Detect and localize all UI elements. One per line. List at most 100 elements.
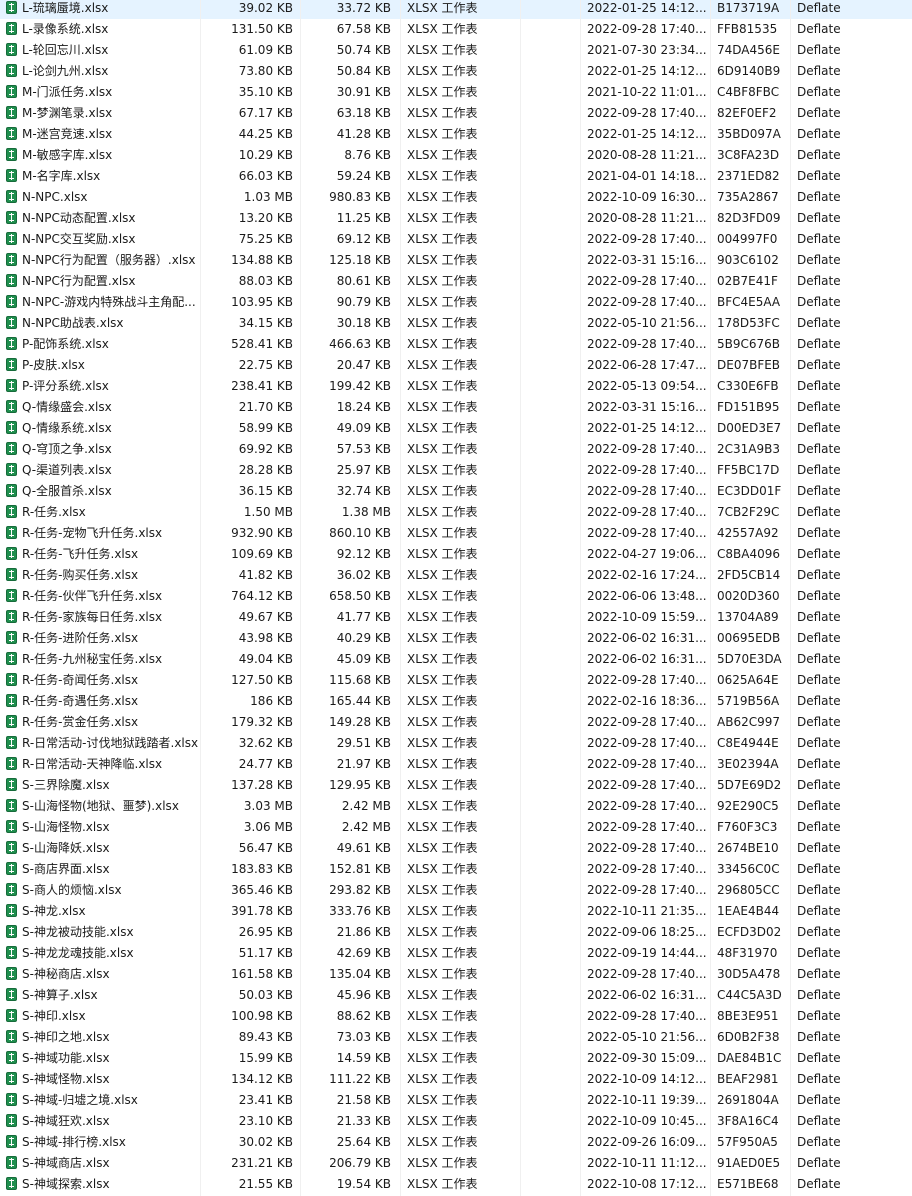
file-row[interactable]: S-商人的烦恼.xlsx 365.46 KB 293.82 KB XLSX 工作表 20… bbox=[0, 880, 912, 901]
modified-date: 2022-09-26 16:09... bbox=[587, 1135, 707, 1149]
packed-size: 45.96 KB bbox=[336, 988, 391, 1002]
file-row[interactable]: S-神域商店.xlsx 231.21 KB 206.79 KB XLSX 工作表 202… bbox=[0, 1153, 912, 1174]
file-row[interactable]: S-商店界面.xlsx 183.83 KB 152.81 KB XLSX 工作表 202… bbox=[0, 859, 912, 880]
compression-method: Deflate bbox=[797, 442, 841, 456]
file-row[interactable]: R-任务-奇闻任务.xlsx 127.50 KB 115.68 KB XLSX 工作表… bbox=[0, 670, 912, 691]
file-type: XLSX 工作表 bbox=[407, 253, 478, 267]
compression-method: Deflate bbox=[797, 1072, 841, 1086]
file-row[interactable]: R-任务-进阶任务.xlsx 43.98 KB 40.29 KB XLSX 工作表 20… bbox=[0, 628, 912, 649]
file-size: 26.95 KB bbox=[238, 925, 293, 939]
file-row[interactable]: L-琉璃蜃境.xlsx 39.02 KB 33.72 KB XLSX 工作表 2022-… bbox=[0, 0, 912, 19]
crc32: 74DA456E bbox=[717, 43, 780, 57]
file-row[interactable]: M-梦渊笔录.xlsx 67.17 KB 63.18 KB XLSX 工作表 2022-… bbox=[0, 103, 912, 124]
file-row[interactable]: R-日常活动-天神降临.xlsx 24.77 KB 21.97 KB XLSX 工作表… bbox=[0, 754, 912, 775]
file-row[interactable]: M-敏感字库.xlsx 10.29 KB 8.76 KB XLSX 工作表 2020-0… bbox=[0, 145, 912, 166]
file-row[interactable]: P-配饰系统.xlsx 528.41 KB 466.63 KB XLSX 工作表 202… bbox=[0, 334, 912, 355]
file-row[interactable]: N-NPC交互奖励.xlsx 75.25 KB 69.12 KB XLSX 工作表 20… bbox=[0, 229, 912, 250]
file-name: N-NPC-游戏内特殊战斗主角配... bbox=[22, 295, 196, 309]
file-row[interactable]: S-山海怪物(地狱、噩梦).xlsx 3.03 MB 2.42 MB XLSX 工作表… bbox=[0, 796, 912, 817]
file-row[interactable]: P-皮肤.xlsx 22.75 KB 20.47 KB XLSX 工作表 2022-06… bbox=[0, 355, 912, 376]
file-row[interactable]: N-NPC行为配置.xlsx 88.03 KB 80.61 KB XLSX 工作表 20… bbox=[0, 271, 912, 292]
file-row[interactable]: R-任务.xlsx 1.50 MB 1.38 MB XLSX 工作表 2022-09-2… bbox=[0, 502, 912, 523]
file-row[interactable]: Q-情缘系统.xlsx 58.99 KB 49.09 KB XLSX 工作表 2022-… bbox=[0, 418, 912, 439]
modified-date: 2022-09-28 17:40... bbox=[587, 274, 707, 288]
file-row[interactable]: Q-情缘盛会.xlsx 21.70 KB 18.24 KB XLSX 工作表 2022-… bbox=[0, 397, 912, 418]
file-row[interactable]: R-任务-伙伴飞升任务.xlsx 764.12 KB 658.50 KB XLSX 工… bbox=[0, 586, 912, 607]
file-row[interactable]: R-任务-宠物飞升任务.xlsx 932.90 KB 860.10 KB XLSX 工… bbox=[0, 523, 912, 544]
modified-date: 2022-09-28 17:40... bbox=[587, 841, 707, 855]
packed-size: 466.63 KB bbox=[329, 337, 391, 351]
file-row[interactable]: L-论剑九州.xlsx 73.80 KB 50.84 KB XLSX 工作表 2022-… bbox=[0, 61, 912, 82]
file-row[interactable]: N-NPC行为配置（服务器）.xlsx 134.88 KB 125.18 KB XLS… bbox=[0, 250, 912, 271]
file-row[interactable]: S-神龙.xlsx 391.78 KB 333.76 KB XLSX 工作表 2022-… bbox=[0, 901, 912, 922]
crc32: F760F3C3 bbox=[717, 820, 778, 834]
crc32: 33456C0C bbox=[717, 862, 780, 876]
file-row[interactable]: R-任务-购买任务.xlsx 41.82 KB 36.02 KB XLSX 工作表 20… bbox=[0, 565, 912, 586]
file-row[interactable]: S-神域-归墟之境.xlsx 23.41 KB 21.58 KB XLSX 工作表 20… bbox=[0, 1090, 912, 1111]
file-name: N-NPC助战表.xlsx bbox=[22, 316, 124, 330]
modified-date: 2022-09-28 17:40... bbox=[587, 22, 707, 36]
file-row[interactable]: M-迷宫竞速.xlsx 44.25 KB 41.28 KB XLSX 工作表 2022-… bbox=[0, 124, 912, 145]
file-name: N-NPC行为配置（服务器）.xlsx bbox=[22, 253, 196, 267]
file-row[interactable]: M-名字库.xlsx 66.03 KB 59.24 KB XLSX 工作表 2021-0… bbox=[0, 166, 912, 187]
file-size: 21.55 KB bbox=[238, 1177, 293, 1191]
file-row[interactable]: R-任务-奇遇任务.xlsx 186 KB 165.44 KB XLSX 工作表 202… bbox=[0, 691, 912, 712]
file-row[interactable]: S-神域怪物.xlsx 134.12 KB 111.22 KB XLSX 工作表 202… bbox=[0, 1069, 912, 1090]
file-row[interactable]: Q-渠道列表.xlsx 28.28 KB 25.97 KB XLSX 工作表 2022-… bbox=[0, 460, 912, 481]
file-row[interactable]: R-任务-飞升任务.xlsx 109.69 KB 92.12 KB XLSX 工作表 2… bbox=[0, 544, 912, 565]
file-row[interactable]: S-神域-排行榜.xlsx 30.02 KB 25.64 KB XLSX 工作表 202… bbox=[0, 1132, 912, 1153]
file-row[interactable]: N-NPC.xlsx 1.03 MB 980.83 KB XLSX 工作表 2022-1… bbox=[0, 187, 912, 208]
file-row[interactable]: S-山海怪物.xlsx 3.06 MB 2.42 MB XLSX 工作表 2022-09… bbox=[0, 817, 912, 838]
crc32: 3F8A16C4 bbox=[717, 1114, 779, 1128]
file-row[interactable]: M-门派任务.xlsx 35.10 KB 30.91 KB XLSX 工作表 2021-… bbox=[0, 82, 912, 103]
crc32: 6D0B2F38 bbox=[717, 1030, 780, 1044]
file-name: S-神秘商店.xlsx bbox=[22, 967, 110, 981]
file-type: XLSX 工作表 bbox=[407, 316, 478, 330]
packed-size: 36.02 KB bbox=[336, 568, 391, 582]
file-row[interactable]: S-山海降妖.xlsx 56.47 KB 49.61 KB XLSX 工作表 2022-… bbox=[0, 838, 912, 859]
file-name: S-山海怪物(地狱、噩梦).xlsx bbox=[22, 799, 179, 813]
packed-size: 1.38 MB bbox=[341, 505, 391, 519]
file-row[interactable]: S-神印.xlsx 100.98 KB 88.62 KB XLSX 工作表 2022-0… bbox=[0, 1006, 912, 1027]
crc32: 57F950A5 bbox=[717, 1135, 778, 1149]
file-row[interactable]: N-NPC助战表.xlsx 34.15 KB 30.18 KB XLSX 工作表 202… bbox=[0, 313, 912, 334]
crc32: 42557A92 bbox=[717, 526, 779, 540]
file-row[interactable]: S-神印之地.xlsx 89.43 KB 73.03 KB XLSX 工作表 2022-… bbox=[0, 1027, 912, 1048]
compression-method: Deflate bbox=[797, 652, 841, 666]
file-row[interactable]: S-神域狂欢.xlsx 23.10 KB 21.33 KB XLSX 工作表 2022-… bbox=[0, 1111, 912, 1132]
file-row[interactable]: L-录像系统.xlsx 131.50 KB 67.58 KB XLSX 工作表 2022… bbox=[0, 19, 912, 40]
file-row[interactable]: S-神龙被动技能.xlsx 26.95 KB 21.86 KB XLSX 工作表 202… bbox=[0, 922, 912, 943]
file-row[interactable]: R-任务-九州秘宝任务.xlsx 49.04 KB 45.09 KB XLSX 工作表… bbox=[0, 649, 912, 670]
compression-method: Deflate bbox=[797, 1030, 841, 1044]
file-row[interactable]: N-NPC-游戏内特殊战斗主角配... 103.95 KB 90.79 KB XLSX… bbox=[0, 292, 912, 313]
file-row[interactable]: N-NPC动态配置.xlsx 13.20 KB 11.25 KB XLSX 工作表 20… bbox=[0, 208, 912, 229]
file-type: XLSX 工作表 bbox=[407, 946, 478, 960]
file-row[interactable]: S-神域探索.xlsx 21.55 KB 19.54 KB XLSX 工作表 2022-… bbox=[0, 1174, 912, 1195]
packed-size: 19.54 KB bbox=[336, 1177, 391, 1191]
file-type: XLSX 工作表 bbox=[407, 715, 478, 729]
packed-size: 29.51 KB bbox=[336, 736, 391, 750]
file-row[interactable]: S-三界除魔.xlsx 137.28 KB 129.95 KB XLSX 工作表 202… bbox=[0, 775, 912, 796]
file-row[interactable]: S-神秘商店.xlsx 161.58 KB 135.04 KB XLSX 工作表 202… bbox=[0, 964, 912, 985]
packed-size: 50.74 KB bbox=[336, 43, 391, 57]
packed-size: 30.91 KB bbox=[336, 85, 391, 99]
file-row[interactable]: S-神算子.xlsx 50.03 KB 45.96 KB XLSX 工作表 2022-0… bbox=[0, 985, 912, 1006]
file-type: XLSX 工作表 bbox=[407, 904, 478, 918]
file-name: S-神域-归墟之境.xlsx bbox=[22, 1093, 138, 1107]
file-row[interactable]: S-神龙龙魂技能.xlsx 51.17 KB 42.69 KB XLSX 工作表 202… bbox=[0, 943, 912, 964]
crc32: 5B9C676B bbox=[717, 337, 781, 351]
file-row[interactable]: S-神域功能.xlsx 15.99 KB 14.59 KB XLSX 工作表 2022-… bbox=[0, 1048, 912, 1069]
file-row[interactable]: P-评分系统.xlsx 238.41 KB 199.42 KB XLSX 工作表 202… bbox=[0, 376, 912, 397]
file-name: S-神龙.xlsx bbox=[22, 904, 86, 918]
file-row[interactable]: R-任务-赏金任务.xlsx 179.32 KB 149.28 KB XLSX 工作表… bbox=[0, 712, 912, 733]
file-row[interactable]: Q-全服首杀.xlsx 36.15 KB 32.74 KB XLSX 工作表 2022-… bbox=[0, 481, 912, 502]
file-type: XLSX 工作表 bbox=[407, 127, 478, 141]
file-row[interactable]: R-任务-家族每日任务.xlsx 49.67 KB 41.77 KB XLSX 工作表… bbox=[0, 607, 912, 628]
file-row[interactable]: Q-穹顶之争.xlsx 69.92 KB 57.53 KB XLSX 工作表 2022-… bbox=[0, 439, 912, 460]
compression-method: Deflate bbox=[797, 421, 841, 435]
excel-file-icon bbox=[6, 631, 17, 644]
file-row[interactable]: R-日常活动-讨伐地狱践踏者.xlsx 32.62 KB 29.51 KB XLSX … bbox=[0, 733, 912, 754]
file-row[interactable]: L-轮回忘川.xlsx 61.09 KB 50.74 KB XLSX 工作表 2021-… bbox=[0, 40, 912, 61]
file-type: XLSX 工作表 bbox=[407, 106, 478, 120]
modified-date: 2022-10-09 14:12... bbox=[587, 1072, 707, 1086]
